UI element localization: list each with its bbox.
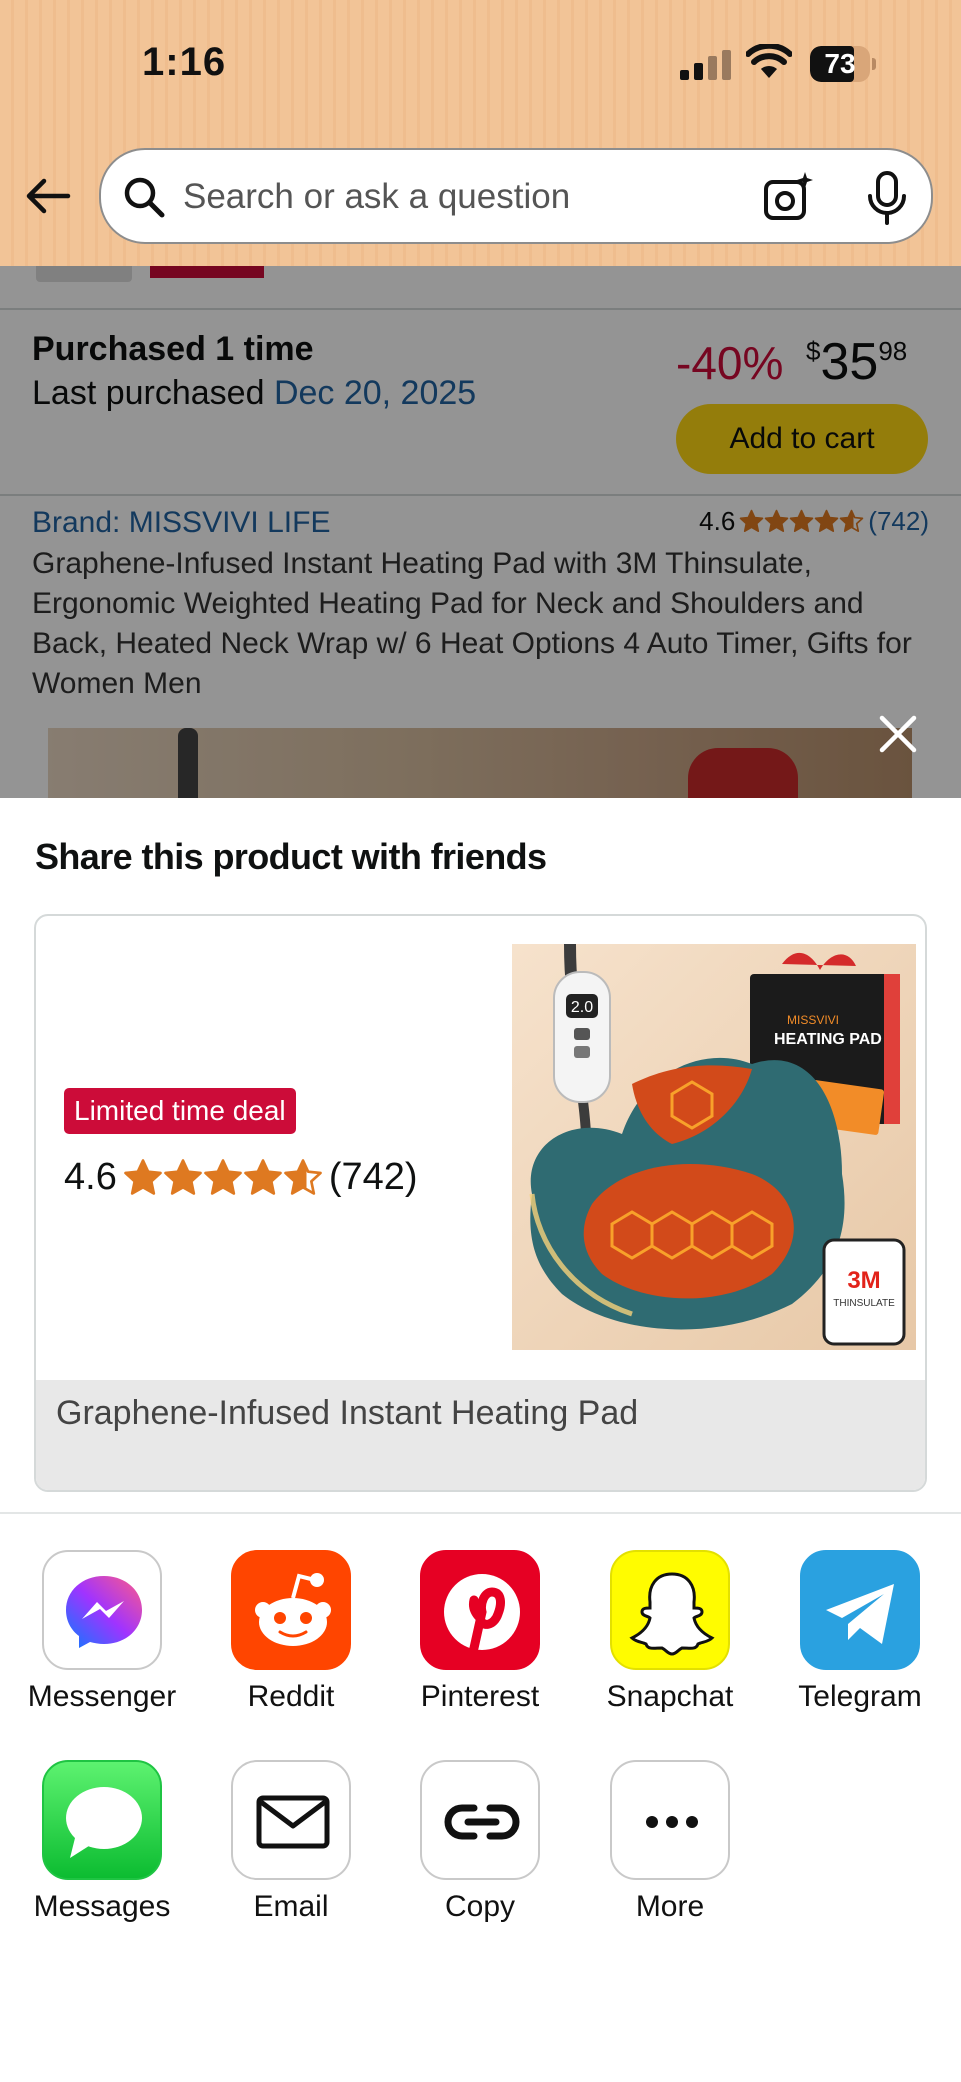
reddit-icon [231, 1550, 351, 1670]
share-telegram-button[interactable]: Telegram [780, 1550, 940, 1714]
tag-brand-text: 3M [847, 1267, 880, 1294]
share-reddit-button[interactable]: Reddit [211, 1550, 371, 1714]
box-title-text: HEATING PAD [774, 1031, 882, 1048]
search-bar[interactable] [99, 148, 933, 244]
back-arrow-icon[interactable] [22, 170, 74, 222]
link-icon [420, 1760, 540, 1880]
star-icon [283, 1158, 322, 1195]
status-time: 1:16 [142, 40, 227, 84]
app-label: Messages [33, 1890, 171, 1923]
messages-icon [42, 1760, 162, 1880]
star-icon [163, 1158, 202, 1195]
product-share-card: Limited time deal 4.6 (742) 2.0 MISSVIVI… [34, 914, 927, 1492]
star-rating-icon [123, 1158, 323, 1198]
share-pinterest-button[interactable]: Pinterest [400, 1550, 560, 1714]
share-snapchat-button[interactable]: Snapchat [590, 1550, 750, 1714]
share-sheet: Share this product with friends Limited … [0, 798, 961, 2082]
divider [0, 1512, 961, 1514]
rating-count: (742) [328, 1156, 418, 1198]
pinterest-icon [420, 1550, 540, 1670]
card-product-name: Graphene-Infused Instant Heating Pad [56, 1394, 639, 1432]
messenger-icon [42, 1550, 162, 1670]
telegram-icon [800, 1550, 920, 1670]
star-icon [243, 1158, 282, 1195]
share-sheet-title: Share this product with friends [35, 836, 547, 877]
deal-badge: Limited time deal [64, 1088, 296, 1134]
close-icon[interactable] [870, 706, 926, 762]
search-input[interactable] [183, 170, 743, 224]
app-label: Copy [444, 1890, 516, 1923]
card-rating: 4.6 (742) [64, 1156, 418, 1199]
app-label: Email [253, 1890, 329, 1923]
star-icon [203, 1158, 242, 1195]
camera-search-icon[interactable] [761, 170, 815, 224]
product-image: 2.0 MISSVIVI HEATING PAD 3M THINSULATE [512, 944, 916, 1350]
app-label: Snapchat [606, 1680, 734, 1713]
copy-link-button[interactable]: Copy [400, 1760, 560, 1924]
app-label: Reddit [247, 1680, 335, 1713]
search-icon [124, 177, 165, 218]
more-icon [610, 1760, 730, 1880]
app-header: 1:16 73 [0, 0, 961, 266]
share-email-button[interactable]: Email [211, 1760, 371, 1924]
box-brand-text: MISSVIVI [787, 1013, 839, 1027]
tag-text: THINSULATE [833, 1298, 895, 1309]
battery-level: 73 [824, 48, 856, 79]
wifi-icon [746, 44, 792, 78]
microphone-icon[interactable] [863, 170, 911, 226]
rating-value: 4.6 [64, 1156, 117, 1198]
battery-indicator: 73 [810, 46, 876, 82]
share-messenger-button[interactable]: Messenger [22, 1550, 182, 1714]
modal-backdrop[interactable] [0, 266, 961, 798]
remote-display-text: 2.0 [571, 999, 593, 1016]
app-label: Telegram [798, 1680, 922, 1713]
app-label: Pinterest [420, 1680, 540, 1713]
email-icon [231, 1760, 351, 1880]
star-icon [123, 1158, 162, 1195]
more-options-button[interactable]: More [590, 1760, 750, 1924]
snapchat-icon [610, 1550, 730, 1670]
share-messages-button[interactable]: Messages [22, 1760, 182, 1924]
card-footer: Graphene-Infused Instant Heating Pad [36, 1380, 925, 1490]
app-label: More [635, 1890, 705, 1923]
app-label: Messenger [27, 1680, 177, 1713]
cellular-signal-icon [680, 50, 731, 80]
